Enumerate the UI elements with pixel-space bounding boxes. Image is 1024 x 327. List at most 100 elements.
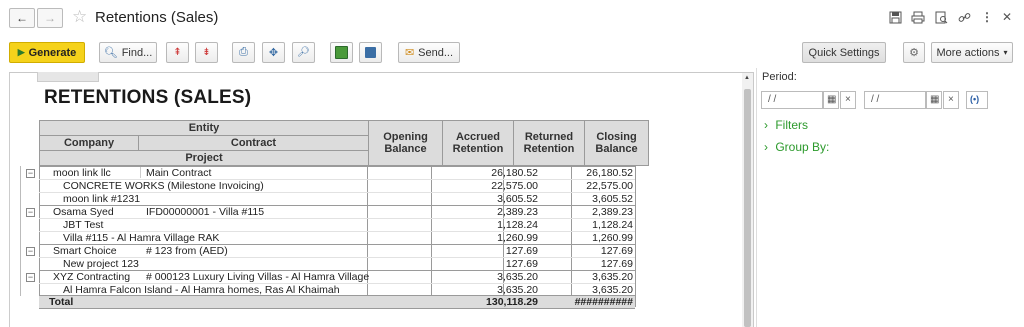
collapse-toggle-icon[interactable]: − <box>26 247 35 256</box>
collapse-rows-icon: ⇟ <box>202 47 211 58</box>
favorite-star-icon[interactable]: ☆ <box>72 7 87 27</box>
collapse-rows-button[interactable]: ⇟ <box>195 42 218 63</box>
total-row: Total 130,118.29 ########## <box>39 295 635 309</box>
period-to-calendar-button[interactable]: ▦ <box>926 91 942 109</box>
vertical-scrollbar[interactable]: ▲ <box>742 73 753 327</box>
floppy-icon <box>365 47 376 58</box>
contract-cell: Main Contract <box>146 167 212 179</box>
save-icon[interactable] <box>887 9 903 25</box>
settings-button[interactable]: ⚙ <box>903 42 925 63</box>
accrued-retention-cell: 1,128.24 <box>497 219 538 231</box>
chevron-right-icon: › <box>764 140 768 154</box>
export-spreadsheet-button[interactable] <box>330 42 353 63</box>
company-cell: XYZ Contracting <box>53 271 131 283</box>
table-row: New project 123 127.69 127.69 <box>39 257 635 271</box>
filters-label: Filters <box>775 118 809 132</box>
project-cell: JBT Test <box>63 219 104 231</box>
close-icon[interactable]: ✕ <box>999 9 1015 25</box>
header-contract: Contract <box>138 135 369 151</box>
play-icon: ▶ <box>17 47 25 57</box>
expand-rows-button[interactable]: ⇞ <box>166 42 189 63</box>
company-cell: moon link llc <box>53 167 111 179</box>
panel-divider <box>756 68 757 327</box>
quick-settings-button[interactable]: Quick Settings <box>802 42 886 63</box>
find-button[interactable]: 🔍︎ Find... <box>99 42 157 63</box>
forward-button[interactable]: → <box>37 8 63 28</box>
scroll-up-icon[interactable]: ▲ <box>744 75 750 81</box>
back-button[interactable]: ← <box>9 8 35 28</box>
envelope-icon: ✉ <box>404 47 415 59</box>
filters-toggle[interactable]: › Filters <box>764 118 808 132</box>
header-closing-balance: Closing Balance <box>584 120 649 166</box>
back-arrow-icon: ← <box>16 11 28 25</box>
accrued-retention-cell: 3,635.20 <box>497 271 538 283</box>
zoom-page-icon: 🔎︎ <box>297 47 310 58</box>
period-label: Period: <box>762 71 797 83</box>
table-row: JBT Test 1,128.24 1,128.24 <box>39 218 635 232</box>
table-row: − Osama Syed IFD00000001 - Villa #115 2,389… <box>26 205 635 219</box>
move-icon: ✥ <box>268 47 279 59</box>
more-icon[interactable]: ⋮ <box>979 9 995 25</box>
more-actions-button[interactable]: More actions ▾ <box>931 42 1013 63</box>
closing-balance-cell: 2,389.23 <box>592 206 633 218</box>
period-picker-icon: (•) <box>970 94 980 104</box>
forward-arrow-icon: → <box>44 11 56 25</box>
table-row: − Smart Choice # 123 from (AED) 127.69 127.6… <box>26 244 635 258</box>
zoom-button[interactable]: 🔎︎ <box>292 42 315 63</box>
send-button[interactable]: ✉ Send... <box>398 42 460 63</box>
closing-balance-cell: 127.69 <box>600 258 633 270</box>
preview-icon[interactable] <box>933 9 949 25</box>
header-project: Project <box>39 150 369 166</box>
period-to-clear-button[interactable]: × <box>943 91 959 109</box>
closing-balance-cell: 3,605.52 <box>592 193 633 205</box>
table-row: Villa #115 - Al Hamra Village RAK 1,260.9… <box>39 231 635 245</box>
closing-balance-cell: 1,128.24 <box>592 219 633 231</box>
save-report-button[interactable] <box>359 42 382 63</box>
report-left-gutter <box>9 73 10 327</box>
expand-rows-icon: ⇞ <box>173 47 182 58</box>
chevron-down-icon: ▾ <box>1003 48 1008 57</box>
company-cell: Osama Syed <box>53 206 114 218</box>
period-from-calendar-button[interactable]: ▦ <box>823 91 839 109</box>
header-returned-retention: Returned Retention <box>513 120 585 166</box>
period-to-input[interactable]: / / <box>864 91 926 109</box>
total-accrued: 130,118.29 <box>486 296 538 308</box>
accrued-retention-cell: 1,260.99 <box>497 232 538 244</box>
closing-balance-cell: 26,180.52 <box>586 167 633 179</box>
collapse-toggle-icon[interactable]: − <box>26 273 35 282</box>
grid-line <box>635 166 636 307</box>
table-row: − moon link llc Main Contract 26,180.52 26,1… <box>26 166 635 180</box>
more-actions-label: More actions <box>936 46 1000 59</box>
generate-button[interactable]: ▶ Generate <box>9 42 85 63</box>
group-by-toggle[interactable]: › Group By: <box>764 140 829 154</box>
calendar-icon: ▦ <box>930 94 940 105</box>
period-from-clear-button[interactable]: × <box>840 91 856 109</box>
window-title: Retentions (Sales) <box>95 9 219 26</box>
link-icon[interactable] <box>956 9 972 25</box>
collapse-toggle-icon[interactable]: − <box>26 208 35 217</box>
print-icon[interactable] <box>910 9 926 25</box>
closing-balance-cell: 127.69 <box>600 245 633 257</box>
table-row: moon link #1231 3,605.52 3,605.52 <box>39 192 635 206</box>
project-cell: CONCRETE WORKS (Milestone Invoicing) <box>63 180 264 192</box>
clear-icon: × <box>845 94 851 105</box>
collapse-toggle-icon[interactable]: − <box>26 169 35 178</box>
print-button[interactable]: ⎙ <box>232 42 255 63</box>
header-entity: Entity <box>39 120 369 136</box>
closing-balance-cell: 1,260.99 <box>592 232 633 244</box>
accrued-retention-cell: 127.69 <box>505 245 538 257</box>
period-from-input[interactable]: / / <box>761 91 823 109</box>
closing-balance-cell: 3,635.20 <box>592 271 633 283</box>
total-label: Total <box>49 296 74 308</box>
project-cell: Villa #115 - Al Hamra Village RAK <box>63 232 220 244</box>
scrollbar-thumb[interactable] <box>744 89 751 327</box>
accrued-retention-cell: 26,180.52 <box>491 167 538 179</box>
fit-page-button[interactable]: ✥ <box>262 42 285 63</box>
accrued-retention-cell: 3,605.52 <box>497 193 538 205</box>
company-cell: Smart Choice <box>53 245 117 257</box>
report-title: RETENTIONS (SALES) <box>44 87 252 108</box>
send-label: Send... <box>418 46 454 59</box>
report-tab-stub <box>37 72 99 82</box>
report-header: Entity Opening Balance Accrued Retention… <box>39 120 649 166</box>
period-select-button[interactable]: (•) <box>966 91 988 109</box>
